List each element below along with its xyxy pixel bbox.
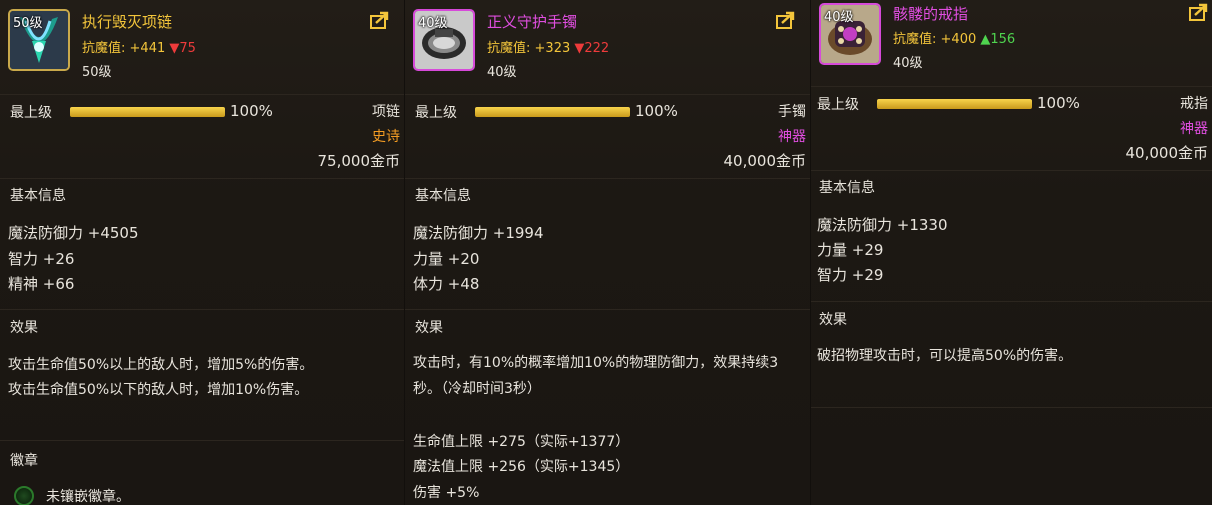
basic-info-title: 基本信息 bbox=[10, 188, 66, 204]
effect-line: 破招物理攻击时，可以提高50%的伤害。 bbox=[817, 348, 1073, 364]
item-price: 40,000金币 bbox=[1125, 144, 1209, 162]
extra-stat-line: 魔法值上限 +256（实际+1345） bbox=[413, 459, 630, 475]
item-level-tag: 40级 bbox=[418, 16, 448, 31]
item-grade: 史诗 bbox=[372, 129, 400, 145]
basic-info-line: 魔法防御力 +1994 bbox=[413, 224, 544, 242]
progress-fill bbox=[70, 107, 225, 117]
upgrade-progress-bar bbox=[475, 107, 630, 117]
basic-info-title: 基本信息 bbox=[819, 180, 875, 196]
stat-up-icon: ▲ bbox=[980, 32, 991, 47]
resist-stat: 抗魔值: +323 ▼222 bbox=[487, 37, 609, 56]
basic-info-line: 魔法防御力 +1330 bbox=[817, 216, 948, 234]
item-name: 执行毁灭项链 bbox=[82, 13, 173, 31]
stat-value: +441 bbox=[129, 41, 166, 56]
item-name: 骸髅的戒指 bbox=[893, 5, 969, 23]
tier-label: 最上级 bbox=[817, 97, 859, 113]
divider bbox=[0, 94, 404, 95]
stat-value: +400 bbox=[940, 32, 977, 47]
basic-info-line: 力量 +29 bbox=[817, 241, 884, 259]
item-icon-slot[interactable]: 50级 bbox=[8, 9, 70, 71]
stat-label: 抗魔值: bbox=[487, 41, 531, 56]
item-grade: 神器 bbox=[778, 129, 806, 145]
item-icon-slot[interactable]: 40级 bbox=[819, 3, 881, 65]
extra-stat-line: 伤害 +5% bbox=[413, 485, 480, 501]
progress-text: 100% bbox=[230, 102, 273, 120]
item-price: 75,000金币 bbox=[317, 152, 401, 170]
item-slot: 项链 bbox=[372, 104, 400, 120]
basic-info-line: 智力 +26 bbox=[8, 250, 75, 268]
level-note: 40级 bbox=[893, 56, 923, 71]
divider bbox=[811, 86, 1212, 87]
item-compare-window: 50级 执行毁灭项链 抗魔值: +441 ▼75 50级 最上级 100% 项链… bbox=[0, 0, 1212, 505]
effect-line: 攻击时，有10%的概率增加10%的物理防御力，效果持续3秒。（冷却时间3秒） bbox=[413, 355, 779, 397]
stat-down-icon: ▼ bbox=[169, 41, 180, 56]
basic-info-line: 精神 +66 bbox=[8, 275, 75, 293]
progress-text: 100% bbox=[1037, 94, 1080, 112]
progress-fill bbox=[877, 99, 1032, 109]
basic-info-line: 智力 +29 bbox=[817, 266, 884, 284]
effect-line: 攻击生命值50%以下的敌人时，增加10%伤害。 bbox=[8, 382, 309, 398]
item-name: 正义守护手镯 bbox=[487, 13, 578, 31]
item-tooltip-ring: 40级 骸髅的戒指 抗魔值: +400 ▲156 40级 最上级 100% 戒指… bbox=[811, 0, 1212, 505]
stat-label: 抗魔值: bbox=[82, 41, 126, 56]
level-note: 50级 bbox=[82, 65, 112, 80]
item-tooltip-bracelet: 40级 正义守护手镯 抗魔值: +323 ▼222 40级 最上级 100% 手… bbox=[405, 0, 811, 505]
emblem-slot-icon[interactable] bbox=[14, 486, 34, 505]
level-note: 40级 bbox=[487, 65, 517, 80]
basic-info-line: 力量 +20 bbox=[413, 250, 480, 268]
resist-stat: 抗魔值: +400 ▲156 bbox=[893, 28, 1015, 47]
item-level-tag: 50级 bbox=[13, 16, 43, 31]
divider bbox=[405, 309, 810, 310]
item-grade: 神器 bbox=[1180, 121, 1208, 137]
divider bbox=[811, 301, 1212, 302]
stat-delta: 156 bbox=[990, 32, 1016, 47]
effect-title: 效果 bbox=[10, 320, 38, 336]
share-icon[interactable] bbox=[370, 11, 390, 29]
progress-fill bbox=[475, 107, 630, 117]
basic-info-line: 魔法防御力 +4505 bbox=[8, 224, 139, 242]
resist-stat: 抗魔值: +441 ▼75 bbox=[82, 37, 196, 56]
upgrade-progress-bar bbox=[877, 99, 1032, 109]
item-slot: 戒指 bbox=[1180, 96, 1208, 112]
emblem-title: 徽章 bbox=[10, 453, 38, 469]
progress-text: 100% bbox=[635, 102, 678, 120]
divider bbox=[405, 94, 810, 95]
tier-label: 最上级 bbox=[10, 105, 52, 121]
effect-line: 攻击生命值50%以上的敌人时，增加5%的伤害。 bbox=[8, 357, 314, 373]
item-tooltip-necklace: 50级 执行毁灭项链 抗魔值: +441 ▼75 50级 最上级 100% 项链… bbox=[0, 0, 405, 505]
divider bbox=[811, 170, 1212, 171]
tier-label: 最上级 bbox=[415, 105, 457, 121]
extra-stat-line: 生命值上限 +275（实际+1377） bbox=[413, 434, 630, 450]
stat-delta: 75 bbox=[179, 41, 196, 56]
basic-info-line: 体力 +48 bbox=[413, 275, 480, 293]
divider bbox=[0, 440, 404, 441]
effect-title: 效果 bbox=[819, 312, 847, 328]
stat-delta: 222 bbox=[584, 41, 610, 56]
divider bbox=[405, 178, 810, 179]
stat-label: 抗魔值: bbox=[893, 32, 937, 47]
item-slot: 手镯 bbox=[778, 104, 806, 120]
upgrade-progress-bar bbox=[70, 107, 225, 117]
divider bbox=[0, 178, 404, 179]
item-price: 40,000金币 bbox=[723, 152, 807, 170]
share-icon[interactable] bbox=[776, 11, 796, 29]
stat-value: +323 bbox=[534, 41, 571, 56]
basic-info-title: 基本信息 bbox=[415, 188, 471, 204]
divider bbox=[0, 309, 404, 310]
stat-down-icon: ▼ bbox=[574, 41, 585, 56]
effect-title: 效果 bbox=[415, 320, 443, 336]
item-level-tag: 40级 bbox=[824, 10, 854, 25]
emblem-text: 未镶嵌徽章。 bbox=[46, 489, 130, 505]
divider bbox=[811, 407, 1212, 408]
item-icon-slot[interactable]: 40级 bbox=[413, 9, 475, 71]
share-icon[interactable] bbox=[1189, 3, 1209, 21]
